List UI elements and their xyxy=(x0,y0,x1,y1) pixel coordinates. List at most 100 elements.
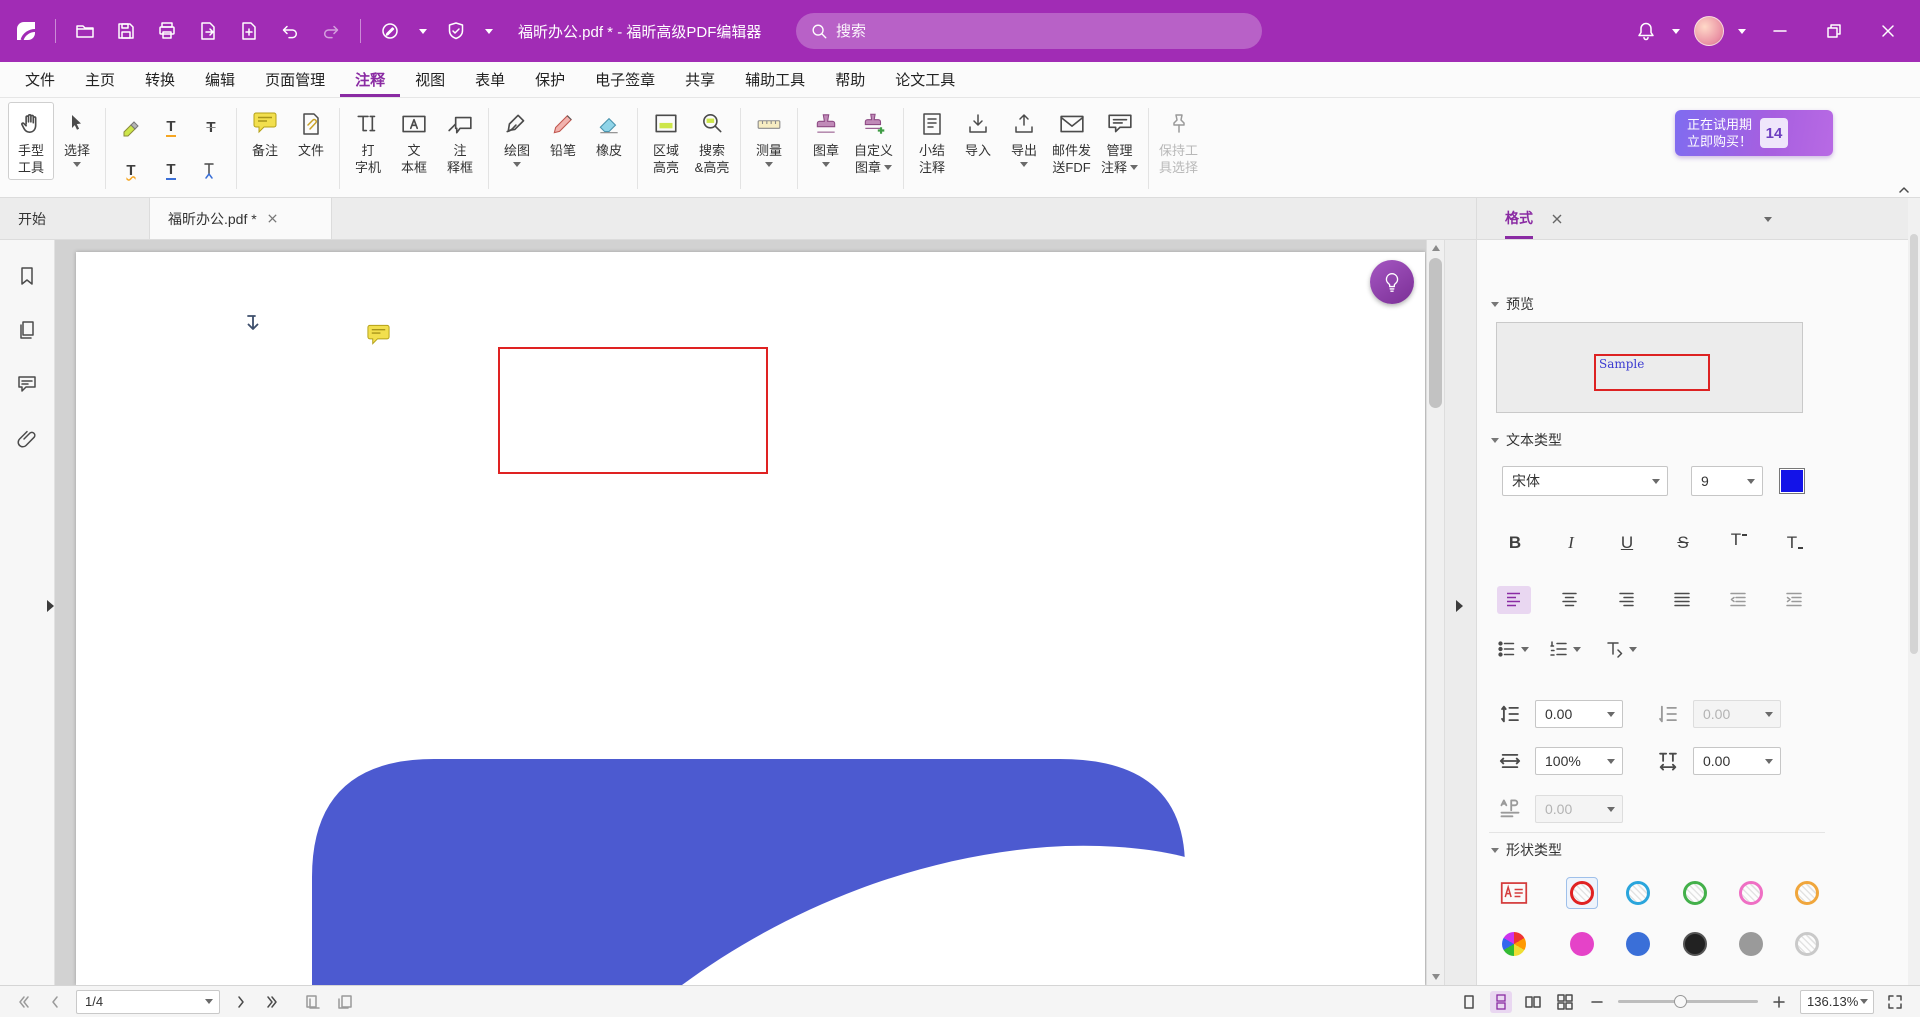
textbox-style-button[interactable] xyxy=(1500,881,1528,905)
zoom-slider[interactable] xyxy=(1618,1000,1758,1003)
tool-insert-text[interactable] xyxy=(191,149,231,192)
facing-view-icon[interactable] xyxy=(1522,991,1544,1013)
tool-strikeout-text[interactable]: T xyxy=(191,106,231,149)
pdf-page[interactable] xyxy=(76,252,1425,985)
scrollbar-thumb[interactable] xyxy=(1429,258,1442,408)
zoom-in-icon[interactable] xyxy=(1768,991,1790,1013)
page-number-box[interactable]: 1/4 xyxy=(76,990,220,1014)
create-pdf-icon[interactable] xyxy=(237,19,261,43)
single-page-view-icon[interactable] xyxy=(1458,991,1480,1013)
menu-item-help[interactable]: 帮助 xyxy=(820,62,880,97)
tool-replace-text[interactable]: T xyxy=(151,149,191,192)
superscript-button[interactable]: T xyxy=(1721,525,1757,555)
tool-note[interactable]: 备注 xyxy=(242,102,288,163)
tab-document[interactable]: 福昕办公.pdf * xyxy=(150,198,332,239)
shape-color-black[interactable] xyxy=(1683,932,1707,956)
redo-icon[interactable] xyxy=(319,19,343,43)
undo-icon[interactable] xyxy=(278,19,302,43)
font-size-select[interactable]: 9 xyxy=(1691,466,1763,496)
bold-button[interactable]: B xyxy=(1497,528,1533,558)
indent-decrease-button[interactable] xyxy=(1721,586,1755,614)
export-pdf-icon[interactable] xyxy=(196,19,220,43)
pages-panel-icon[interactable] xyxy=(17,320,37,340)
facing-continuous-view-icon[interactable] xyxy=(1554,991,1576,1013)
section-shape-type[interactable]: 形状类型 xyxy=(1491,840,1562,860)
rectangle-annotation[interactable] xyxy=(498,347,768,474)
align-left-button[interactable] xyxy=(1497,586,1531,614)
panel-scrollbar[interactable] xyxy=(1908,198,1920,985)
indent-increase-button[interactable] xyxy=(1777,586,1811,614)
note-annotation-icon[interactable] xyxy=(366,324,391,346)
scroll-down-icon[interactable] xyxy=(1432,974,1440,980)
menu-item-protect[interactable]: 保护 xyxy=(520,62,580,97)
shape-color-pink[interactable] xyxy=(1739,881,1763,905)
zoom-slider-handle[interactable] xyxy=(1674,995,1687,1008)
tool-summary-notes[interactable]: 小结 注释 xyxy=(909,102,955,180)
numbered-list-button[interactable] xyxy=(1549,635,1581,663)
save-icon[interactable] xyxy=(114,19,138,43)
fullscreen-icon[interactable] xyxy=(1884,991,1906,1013)
scroll-up-icon[interactable] xyxy=(1432,245,1440,251)
custom-color-wheel[interactable] xyxy=(1502,932,1526,956)
shape-color-red[interactable] xyxy=(1570,881,1594,905)
app-logo-icon[interactable] xyxy=(14,19,38,43)
menu-item-page-manage[interactable]: 页面管理 xyxy=(250,62,340,97)
notification-bell-icon[interactable] xyxy=(1634,19,1658,43)
restore-button[interactable] xyxy=(1814,11,1854,51)
panel-scrollbar-thumb[interactable] xyxy=(1910,234,1918,654)
text-direction-button[interactable] xyxy=(1605,635,1637,663)
section-preview[interactable]: 预览 xyxy=(1491,294,1534,314)
document-canvas[interactable] xyxy=(55,240,1444,985)
underline-button[interactable]: U xyxy=(1609,528,1645,558)
minimize-button[interactable] xyxy=(1760,11,1800,51)
tool-pencil[interactable]: 铅笔 xyxy=(540,102,586,163)
tool-select[interactable]: 选择 xyxy=(54,102,100,171)
shape-color-cyan[interactable] xyxy=(1626,881,1650,905)
tool-search-highlight[interactable]: 搜索 &高亮 xyxy=(689,102,735,180)
strikethrough-button[interactable]: S xyxy=(1665,528,1701,558)
menu-item-home[interactable]: 主页 xyxy=(70,62,130,97)
rail-expand-icon[interactable] xyxy=(47,600,54,612)
font-family-select[interactable]: 宋体 xyxy=(1502,466,1668,496)
tab-close-icon[interactable] xyxy=(267,213,278,224)
menu-item-accessibility[interactable]: 辅助工具 xyxy=(730,62,820,97)
vertical-scrollbar[interactable] xyxy=(1426,240,1444,985)
prev-view-icon[interactable] xyxy=(302,991,324,1013)
next-page-icon[interactable] xyxy=(230,991,252,1013)
quick-tools-caret-icon[interactable] xyxy=(419,29,427,34)
panel-collapse-icon[interactable] xyxy=(1456,600,1463,612)
shape-color-orange[interactable] xyxy=(1795,881,1819,905)
attachments-panel-icon[interactable] xyxy=(17,428,37,448)
tool-hand[interactable]: 手型 工具 xyxy=(8,102,54,180)
menu-item-convert[interactable]: 转换 xyxy=(130,62,190,97)
next-view-icon[interactable] xyxy=(334,991,356,1013)
menu-item-comment[interactable]: 注释 xyxy=(340,62,400,97)
format-panel-tab[interactable]: 格式 xyxy=(1505,208,1533,230)
ribbon-collapse-icon[interactable] xyxy=(1898,186,1910,194)
align-right-button[interactable] xyxy=(1609,586,1643,614)
shape-color-blue[interactable] xyxy=(1626,932,1650,956)
section-text-type[interactable]: 文本类型 xyxy=(1491,430,1562,450)
bookmarks-panel-icon[interactable] xyxy=(17,266,37,286)
bell-caret-icon[interactable] xyxy=(1672,29,1680,34)
subscript-button[interactable]: T xyxy=(1777,528,1813,558)
align-center-button[interactable] xyxy=(1553,586,1587,614)
search-box[interactable] xyxy=(796,13,1262,49)
prev-page-icon[interactable] xyxy=(44,991,66,1013)
menu-item-form[interactable]: 表单 xyxy=(460,62,520,97)
tool-stamp[interactable]: 图章 xyxy=(803,102,849,171)
shape-color-gray[interactable] xyxy=(1739,932,1763,956)
menu-item-paper-tools[interactable]: 论文工具 xyxy=(880,62,970,97)
trial-buy-banner[interactable]: 正在试用期立即购买！ 14 xyxy=(1675,110,1833,156)
close-button[interactable] xyxy=(1868,11,1908,51)
tab-start[interactable]: 开始 xyxy=(0,198,150,239)
tool-callout[interactable]: 注 释框 xyxy=(437,102,483,180)
tool-highlight[interactable] xyxy=(111,106,151,149)
shape-color-green[interactable] xyxy=(1683,881,1707,905)
italic-button[interactable]: I xyxy=(1553,528,1589,558)
tool-eraser[interactable]: 橡皮 xyxy=(586,102,632,163)
avatar[interactable] xyxy=(1694,16,1724,46)
last-page-icon[interactable] xyxy=(262,991,284,1013)
account-caret-icon[interactable] xyxy=(1738,29,1746,34)
bullet-list-button[interactable] xyxy=(1497,635,1529,663)
